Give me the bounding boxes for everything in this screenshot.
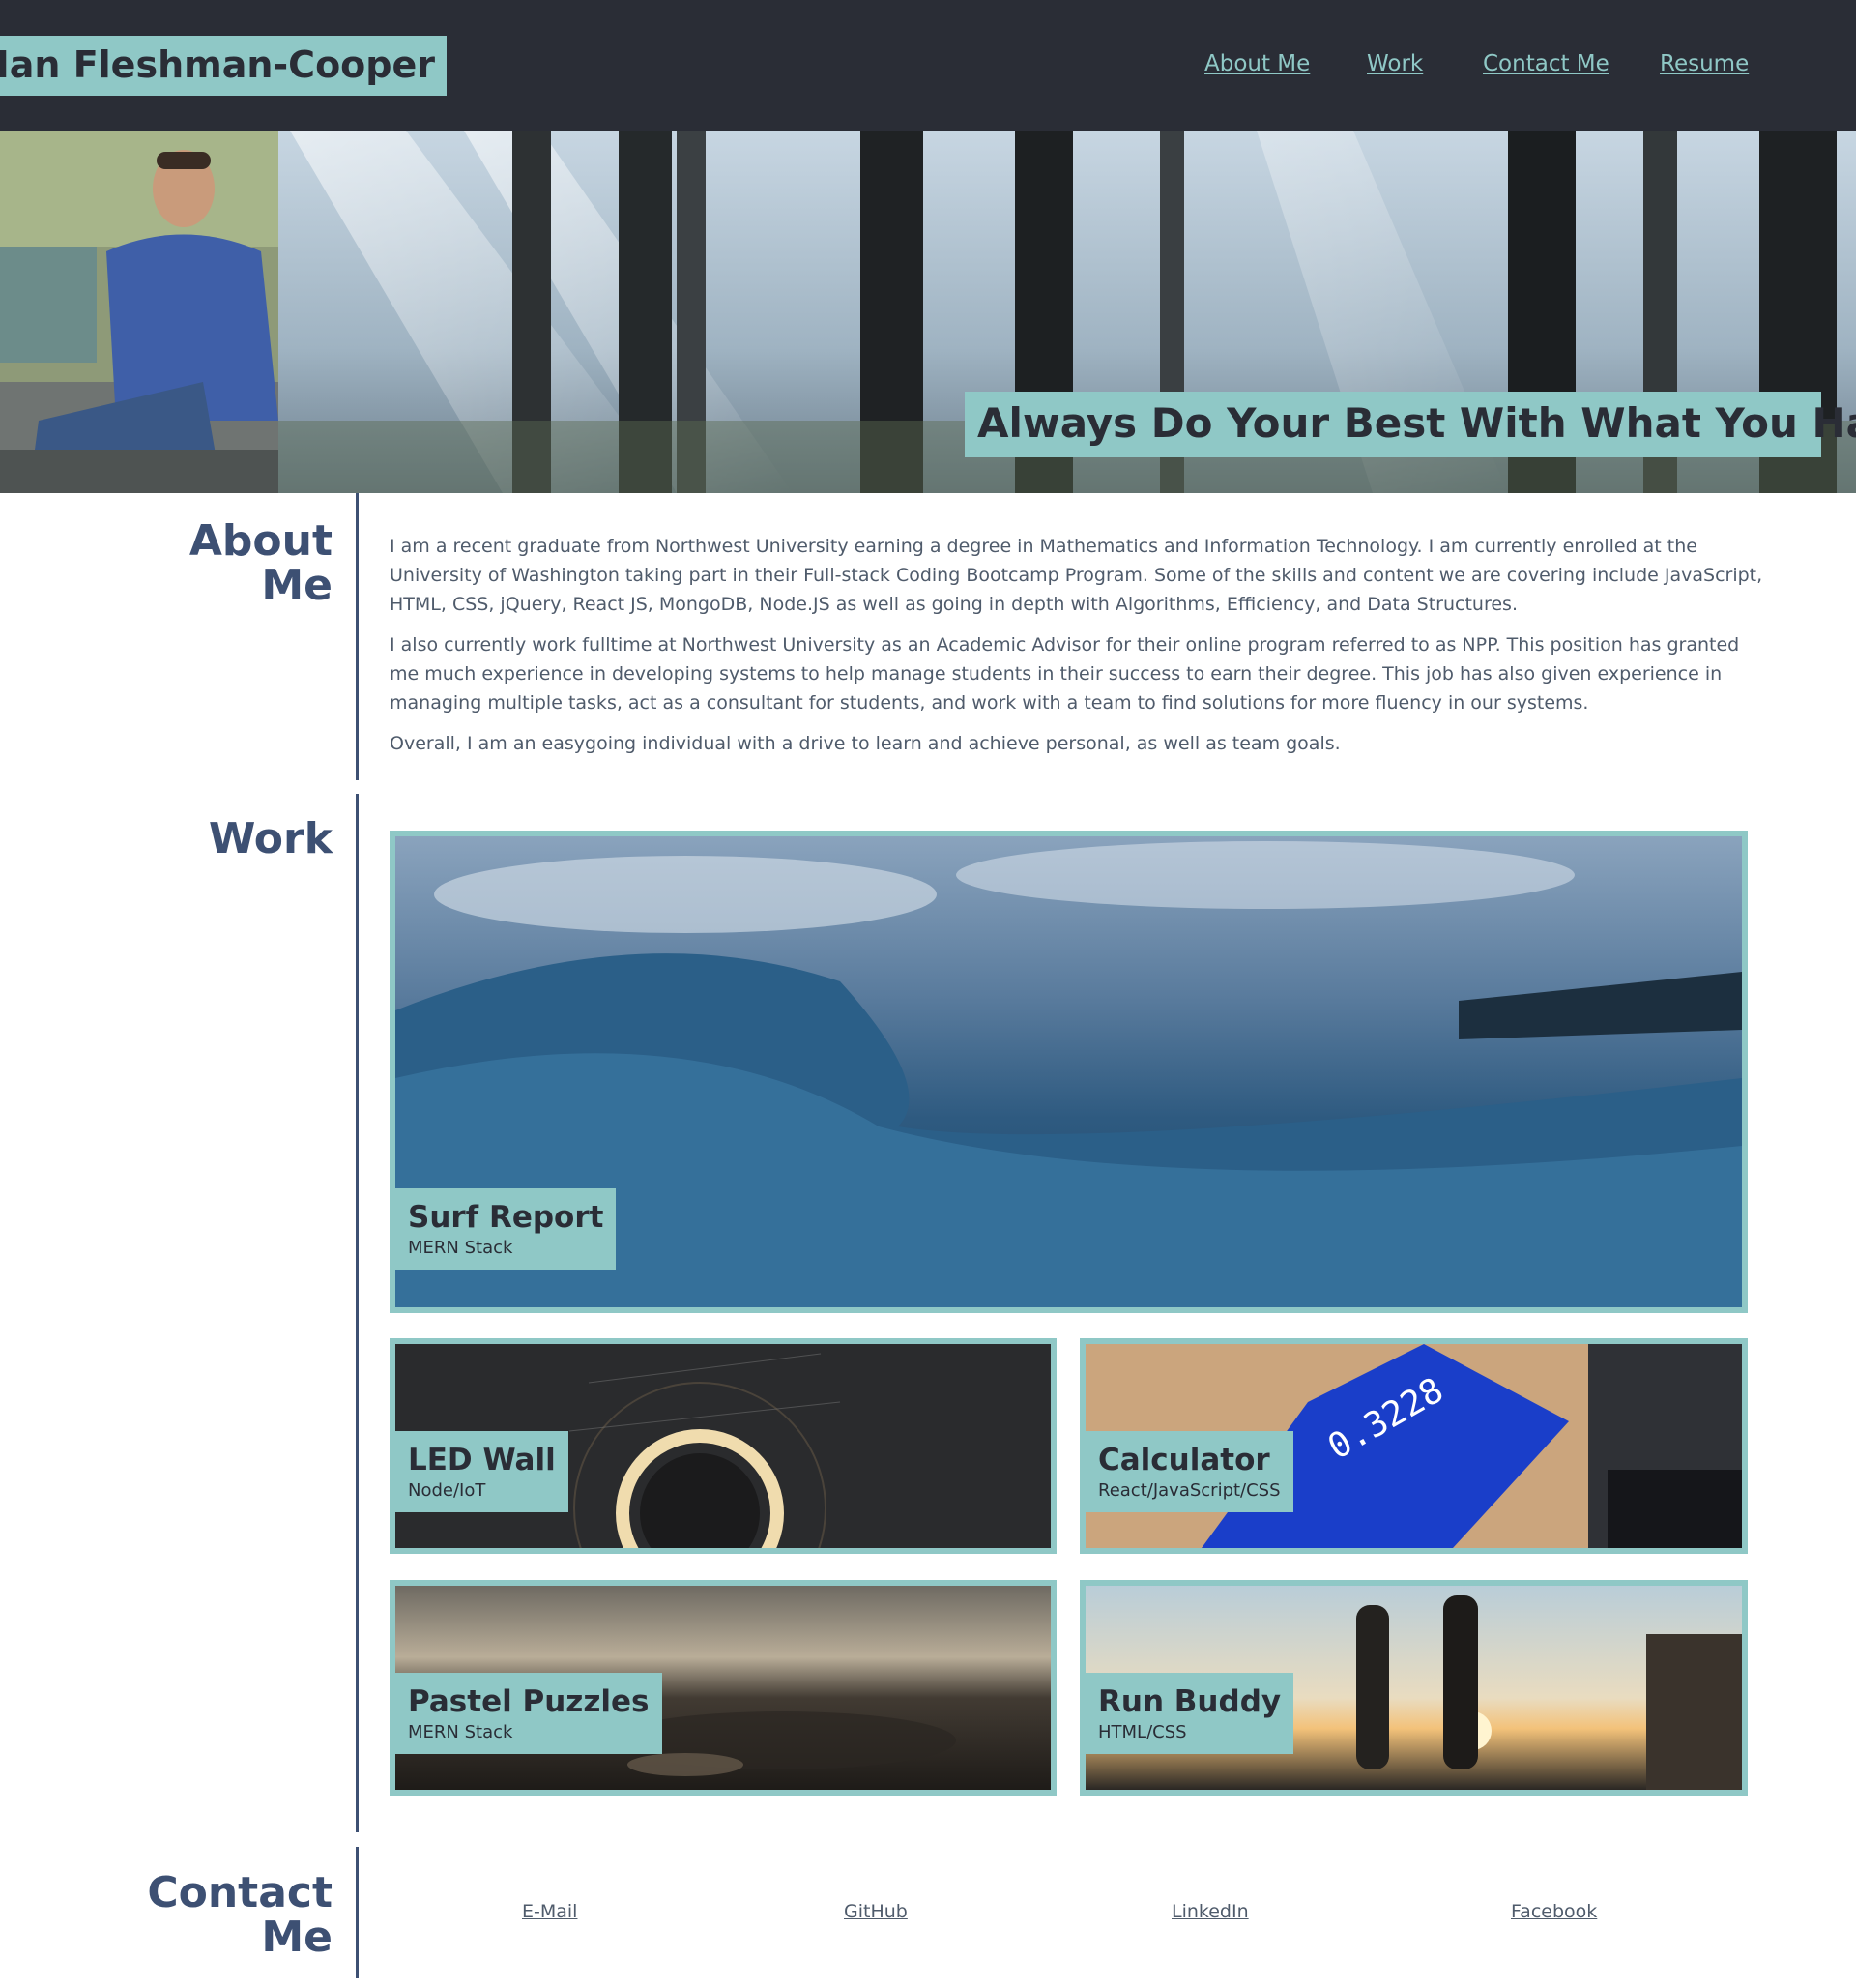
contact-link-facebook[interactable]: Facebook: [1511, 1901, 1597, 1922]
contact-link-email[interactable]: E-Mail: [522, 1901, 577, 1922]
hero-banner: Always Do Your Best With What You Have: [0, 131, 1856, 493]
tagline-badge: Always Do Your Best With What You Have: [965, 392, 1856, 457]
project-title: Pastel Puzzles: [408, 1684, 650, 1719]
project-card-surf-report[interactable]: Surf Report MERN Stack: [390, 831, 1748, 1313]
project-card-led-wall[interactable]: LED Wall Node/IoT: [390, 1338, 1057, 1554]
profile-photo: [0, 131, 278, 493]
about-heading-line1: About: [188, 516, 333, 566]
project-label: LED Wall Node/IoT: [395, 1431, 568, 1512]
contact-link-linkedin[interactable]: LinkedIn: [1172, 1901, 1249, 1922]
about-body: I am a recent graduate from Northwest Un…: [390, 532, 1774, 770]
about-divider: [356, 493, 359, 780]
project-title: Run Buddy: [1098, 1684, 1282, 1719]
project-title: Surf Report: [408, 1200, 604, 1235]
project-title: LED Wall: [408, 1443, 556, 1477]
contact-heading-line2: Me: [261, 1913, 333, 1962]
nav-link-work[interactable]: Work: [1367, 51, 1423, 76]
about-paragraph: I am a recent graduate from Northwest Un…: [390, 536, 1763, 615]
project-stack: React/JavaScript/CSS: [1098, 1480, 1281, 1501]
project-card-calculator[interactable]: 0.3228 Calculator React/JavaScript/CSS: [1080, 1338, 1748, 1554]
contact-heading: Contact Me: [147, 1871, 333, 1960]
about-paragraph: Overall, I am an easygoing individual wi…: [390, 733, 1341, 754]
contact-divider: [356, 1847, 359, 1978]
project-stack: Node/IoT: [408, 1480, 486, 1501]
site-header: Ian Fleshman-Cooper About Me Work Contac…: [0, 0, 1856, 131]
about-heading: About Me: [189, 519, 333, 608]
project-stack: MERN Stack: [408, 1238, 513, 1258]
project-label: Calculator React/JavaScript/CSS: [1086, 1431, 1293, 1512]
project-label: Surf Report MERN Stack: [395, 1188, 617, 1270]
work-heading: Work: [208, 814, 333, 863]
about-heading-line2: Me: [261, 561, 333, 610]
nav-link-resume[interactable]: Resume: [1660, 51, 1749, 76]
project-title: Calculator: [1098, 1443, 1270, 1477]
contact-link-github[interactable]: GitHub: [844, 1901, 908, 1922]
main-nav: About Me Work Contact Me Resume: [0, 51, 1856, 84]
project-stack: MERN Stack: [408, 1722, 513, 1742]
about-paragraph: I also currently work fulltime at Northw…: [390, 634, 1740, 714]
tagline-text: Always Do Your Best With What You Have: [977, 399, 1856, 447]
project-label: Pastel Puzzles MERN Stack: [395, 1673, 662, 1754]
project-stack: HTML/CSS: [1098, 1722, 1187, 1742]
nav-link-contact[interactable]: Contact Me: [1483, 51, 1610, 76]
contact-heading-line1: Contact: [147, 1868, 333, 1917]
nav-link-about[interactable]: About Me: [1204, 51, 1310, 76]
project-card-run-buddy[interactable]: Run Buddy HTML/CSS: [1080, 1580, 1748, 1796]
project-card-pastel-puzzles[interactable]: Pastel Puzzles MERN Stack: [390, 1580, 1057, 1796]
work-divider: [356, 794, 359, 1832]
project-label: Run Buddy HTML/CSS: [1086, 1673, 1294, 1754]
